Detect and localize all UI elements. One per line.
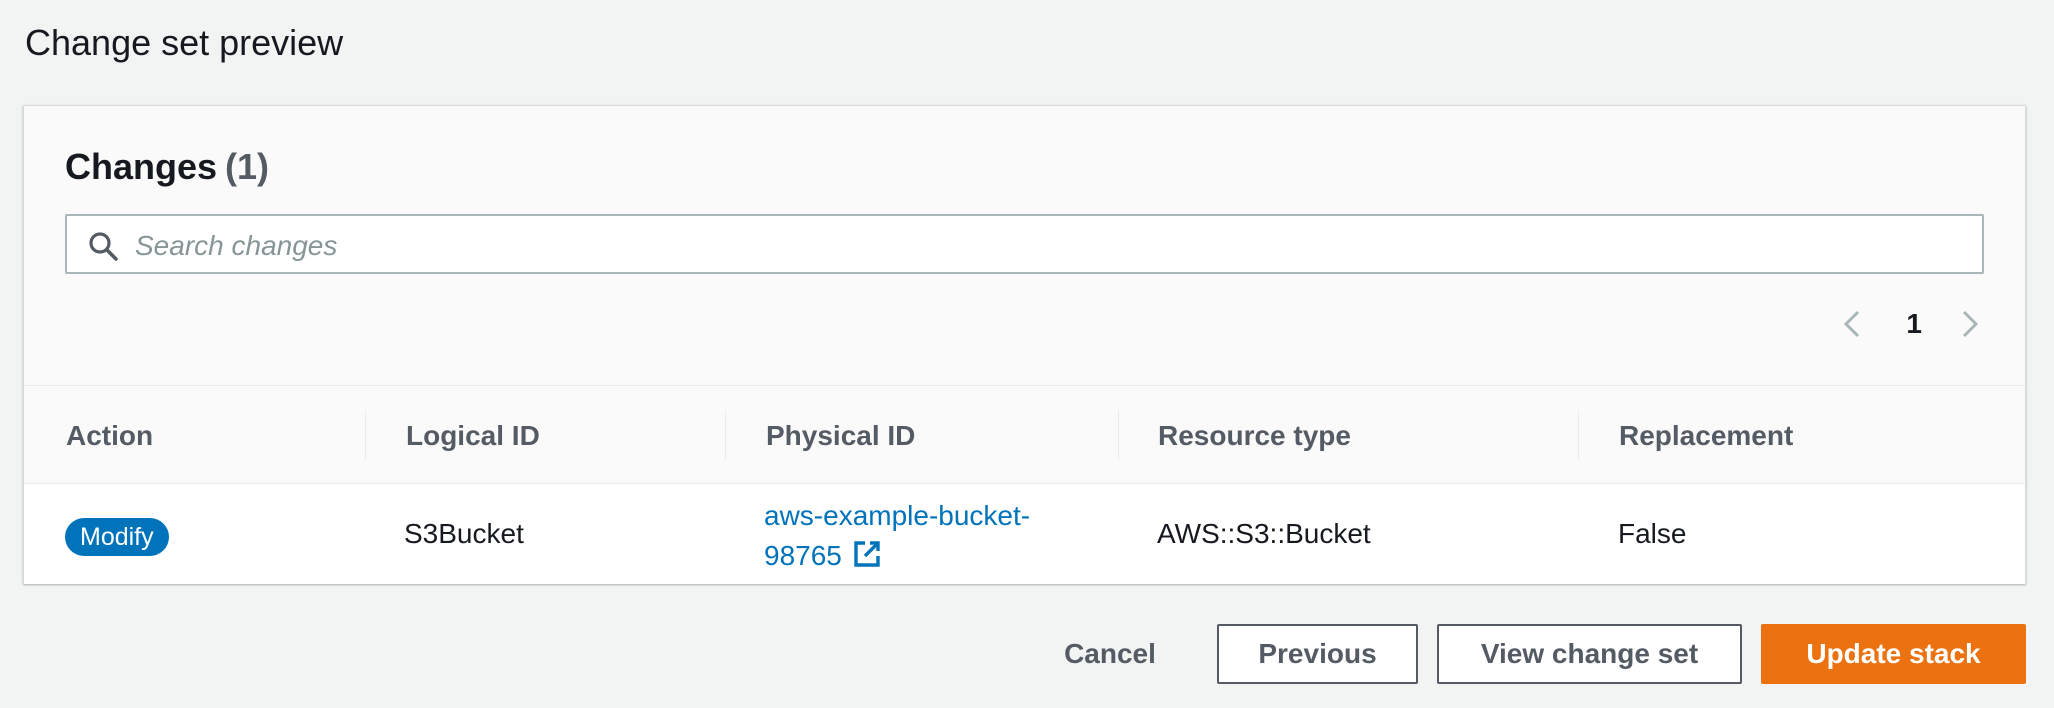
chevron-left-icon[interactable] [1835, 306, 1871, 342]
physical-id-line1[interactable]: aws-example-bucket- [764, 500, 1030, 531]
column-header-logical-id[interactable]: Logical ID [406, 386, 540, 485]
changes-panel: Changes (1) Search changes 1 Action Logic… [23, 105, 2026, 584]
column-header-replacement[interactable]: Replacement [1619, 386, 1793, 485]
column-header-physical-id[interactable]: Physical ID [766, 386, 915, 485]
pagination: 1 [1827, 304, 1987, 344]
pagination-current-page[interactable]: 1 [1906, 308, 1922, 340]
table-header: Action Logical ID Physical ID Resource t… [24, 385, 2025, 484]
search-placeholder: Search changes [135, 230, 338, 261]
view-change-set-button[interactable]: View change set [1437, 624, 1742, 684]
action-badge: Modify [65, 518, 169, 556]
cancel-button[interactable]: Cancel [1040, 624, 1180, 684]
chevron-right-icon[interactable] [1951, 306, 1987, 342]
changes-title: Changes (1) [65, 146, 269, 188]
changes-title-label: Changes [65, 146, 218, 187]
update-stack-button[interactable]: Update stack [1761, 624, 2026, 684]
table-row: Modify S3Bucket aws-example-bucket- 9876… [24, 484, 2025, 584]
physical-id-link[interactable]: aws-example-bucket- 98765 [764, 496, 1064, 576]
previous-button[interactable]: Previous [1217, 624, 1418, 684]
column-header-action[interactable]: Action [66, 386, 153, 485]
column-divider[interactable] [1578, 410, 1579, 460]
external-link-icon[interactable] [852, 539, 882, 569]
column-header-resource-type[interactable]: Resource type [1158, 386, 1351, 485]
column-divider[interactable] [365, 410, 366, 460]
column-divider[interactable] [725, 410, 726, 460]
changes-header: Changes (1) Search changes 1 [24, 106, 2025, 385]
logical-id-cell: S3Bucket [404, 518, 524, 549]
changes-count: (1) [225, 146, 270, 187]
column-divider[interactable] [1118, 410, 1119, 460]
page-title: Change set preview [25, 22, 344, 63]
replacement-cell: False [1618, 518, 1687, 549]
physical-id-line2[interactable]: 98765 [764, 540, 842, 571]
resource-type-cell: AWS::S3::Bucket [1157, 518, 1371, 549]
search-icon [89, 232, 118, 261]
search-input[interactable]: Search changes [65, 214, 1984, 274]
